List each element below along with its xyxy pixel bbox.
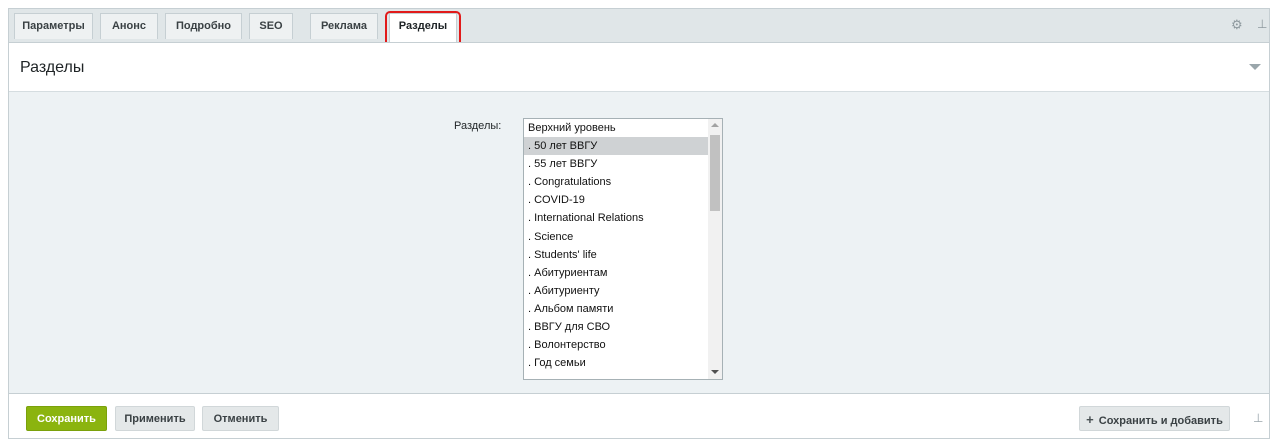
cancel-button[interactable]: Отменить bbox=[202, 406, 279, 431]
save-and-add-label: Сохранить и добавить bbox=[1098, 415, 1223, 427]
listbox-option[interactable]: . Абитуриентам bbox=[524, 264, 708, 282]
listbox-items: Верхний уровень. 50 лет ВВГУ. 55 лет ВВГ… bbox=[524, 119, 708, 372]
listbox-option[interactable]: . Students' life bbox=[524, 246, 708, 264]
form-footer: Сохранить Применить Отменить + Сохранить … bbox=[8, 394, 1270, 439]
panel-header: Разделы bbox=[9, 43, 1269, 92]
tab-parameters[interactable]: Параметры bbox=[14, 13, 93, 39]
listbox-option[interactable]: Верхний уровень bbox=[524, 119, 708, 137]
listbox-option[interactable]: . International Relations bbox=[524, 209, 708, 227]
sections-panel: Разделы Разделы: Верхний уровень. 50 лет… bbox=[8, 42, 1270, 394]
save-button[interactable]: Сохранить bbox=[26, 406, 107, 431]
plus-icon: + bbox=[1086, 412, 1094, 427]
pin-icon[interactable]: ⊥ bbox=[1257, 17, 1267, 31]
tab-ads[interactable]: Реклама bbox=[310, 13, 378, 39]
save-and-add-button[interactable]: + Сохранить и добавить bbox=[1079, 406, 1230, 431]
scroll-up-icon[interactable] bbox=[711, 123, 719, 127]
listbox-option[interactable]: . Абитуриенту bbox=[524, 282, 708, 300]
tab-details[interactable]: Подробно bbox=[165, 13, 242, 39]
tab-seo[interactable]: SEO bbox=[249, 13, 293, 39]
apply-button[interactable]: Применить bbox=[115, 406, 195, 431]
listbox-option[interactable]: . Congratulations bbox=[524, 173, 708, 191]
listbox-scrollbar[interactable] bbox=[708, 119, 722, 379]
listbox-option[interactable]: . Год семьи bbox=[524, 354, 708, 372]
listbox-option[interactable]: . Science bbox=[524, 228, 708, 246]
collapse-icon[interactable] bbox=[1249, 64, 1261, 70]
listbox-option[interactable]: . 50 лет ВВГУ bbox=[524, 137, 708, 156]
scroll-thumb[interactable] bbox=[710, 135, 720, 211]
listbox-option[interactable]: . COVID-19 bbox=[524, 191, 708, 209]
listbox-option[interactable]: . Альбом памяти bbox=[524, 300, 708, 318]
tab-announce[interactable]: Анонс bbox=[100, 13, 158, 39]
scroll-down-icon[interactable] bbox=[711, 370, 719, 374]
panel-title: Разделы bbox=[20, 59, 85, 76]
sections-listbox[interactable]: Верхний уровень. 50 лет ВВГУ. 55 лет ВВГ… bbox=[523, 118, 723, 380]
pin-icon[interactable]: ⊥ bbox=[1253, 411, 1263, 425]
listbox-option[interactable]: . ВВГУ для СВО bbox=[524, 318, 708, 336]
gear-icon[interactable]: ⚙ bbox=[1231, 18, 1245, 32]
listbox-option[interactable]: . 55 лет ВВГУ bbox=[524, 155, 708, 173]
tab-bar: Параметры Анонс Подробно SEO Реклама Раз… bbox=[8, 8, 1270, 47]
sections-label: Разделы: bbox=[454, 120, 502, 132]
listbox-option[interactable]: . Волонтерство bbox=[524, 336, 708, 354]
tab-sections[interactable]: Разделы bbox=[389, 13, 457, 43]
edit-form: Параметры Анонс Подробно SEO Реклама Раз… bbox=[8, 8, 1270, 439]
